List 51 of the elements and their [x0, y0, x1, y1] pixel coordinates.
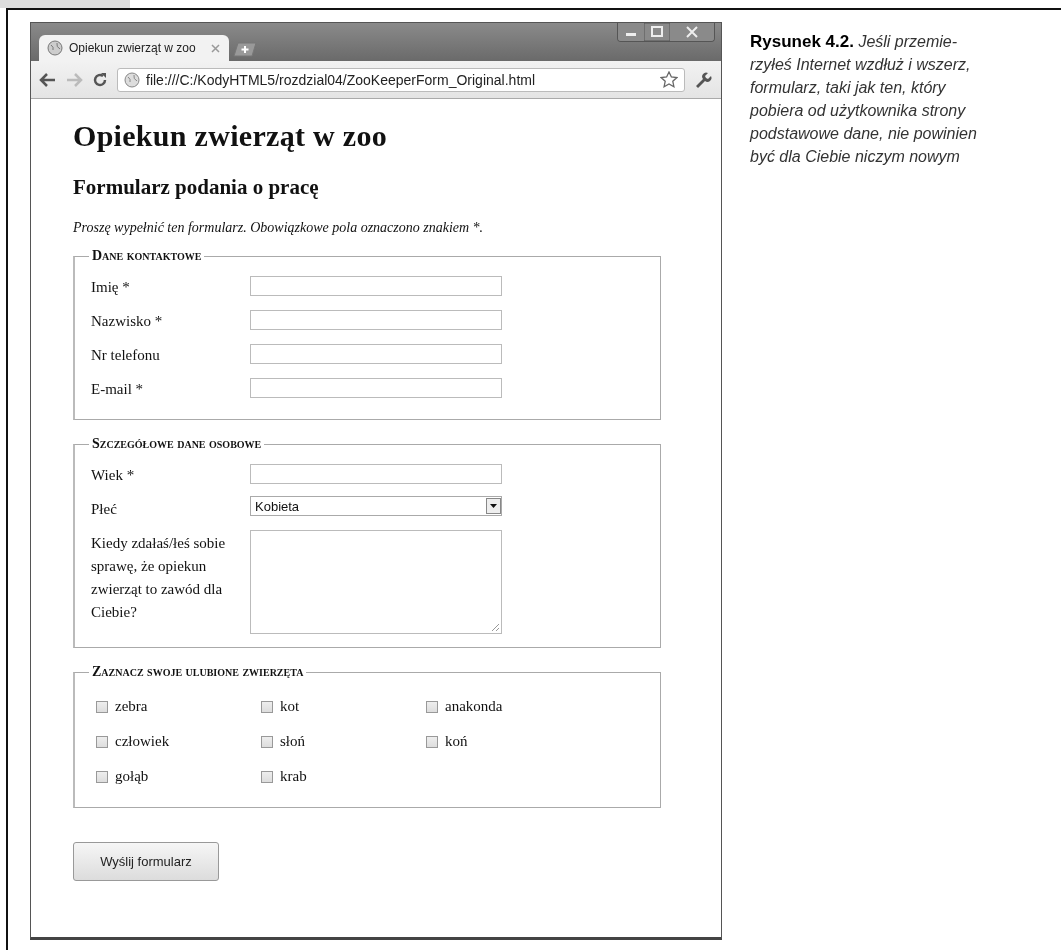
text-field[interactable]	[250, 464, 502, 484]
checkbox-label: człowiek	[115, 733, 170, 750]
checkbox-label: gołąb	[115, 768, 149, 785]
forward-icon[interactable]	[65, 70, 83, 89]
checkbox-label: krab	[280, 768, 307, 785]
section-legend: Zaznacz swoje ulubione zwierzęta	[89, 664, 307, 680]
address-field[interactable]: file:///C:/KodyHTML5/rozdzial04/ZooKeeperForm_Original.html	[117, 67, 685, 92]
resize-grip-icon	[491, 623, 500, 632]
back-icon[interactable]	[39, 70, 57, 89]
intro-text: Proszę wypełnić ten formularz. Obowiązkowe pola oznaczono znakiem *.	[73, 220, 485, 236]
checkbox[interactable]	[96, 700, 108, 713]
globe-icon	[124, 71, 140, 88]
globe-icon	[47, 40, 63, 56]
figure-caption: Rysunek 4.2. Jeśli przemie- rzyłeś Internet wzdłuż i wszerz, formularz, taki jak ten, który pobiera od użytkownika strony podstawowe dane, nie powinien być dla Ciebie niczym nowym	[750, 31, 978, 167]
text-field[interactable]	[250, 344, 502, 364]
form-subtitle: Formularz podania o pracę	[73, 175, 320, 200]
dropdown[interactable]: Kobieta	[250, 496, 502, 516]
field-label: Płeć	[91, 500, 118, 519]
close-icon	[210, 42, 221, 54]
checkbox-label: zebra	[115, 698, 148, 715]
reload-icon[interactable]	[91, 70, 109, 89]
new-tab-icon[interactable]	[233, 42, 257, 57]
field-label: E-mail *	[91, 380, 145, 399]
text-field[interactable]	[250, 310, 502, 330]
close-icon[interactable]	[670, 23, 714, 41]
field-label: Imię *	[91, 278, 131, 297]
page-title: Opiekun zwierząt w zoo	[73, 119, 389, 153]
field-label: Nr telefonu	[91, 346, 161, 365]
field-label: Nazwisko *	[91, 312, 164, 331]
field-label: Wiek *	[91, 466, 136, 485]
text-area[interactable]	[250, 530, 502, 634]
checkbox[interactable]	[261, 770, 273, 783]
section-legend: Szczegółowe dane osobowe	[89, 436, 265, 452]
checkbox-label: słoń	[280, 733, 305, 750]
checkbox[interactable]	[261, 700, 273, 713]
checkbox[interactable]	[96, 770, 108, 783]
maximize-icon[interactable]	[644, 23, 670, 41]
section-legend: Dane kontaktowe	[89, 248, 205, 264]
text-field[interactable]	[250, 276, 502, 296]
checkbox[interactable]	[426, 700, 438, 713]
text-field[interactable]	[250, 378, 502, 398]
submit-button[interactable]: Wyślij formularz	[73, 842, 219, 881]
field-label: Kiedy zdałaś/łeś sobie sprawę, że opiekun zwierząt to zawód dla Ciebie?	[91, 534, 227, 622]
checkbox-label: kot	[280, 698, 300, 715]
star-icon[interactable]	[660, 71, 678, 88]
checkbox[interactable]	[96, 735, 108, 748]
checkbox[interactable]	[426, 735, 438, 748]
checkbox[interactable]	[261, 735, 273, 748]
checkbox-label: koń	[445, 733, 468, 750]
checkbox-label: anakonda	[445, 698, 503, 715]
browser-tab[interactable]: Opiekun zwierząt w zoo	[39, 35, 229, 61]
